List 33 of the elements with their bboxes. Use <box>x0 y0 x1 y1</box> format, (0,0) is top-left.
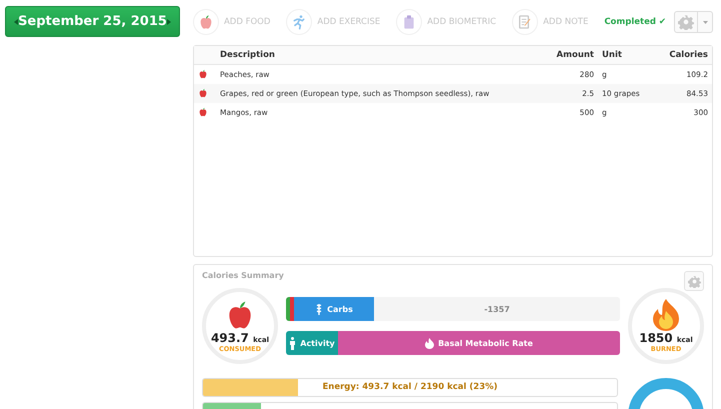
flame-icon <box>653 299 679 331</box>
person-icon <box>289 336 296 350</box>
target-label: Energy: 493.7 kcal / 2190 kcal (23%) <box>321 381 499 394</box>
column-header: Calories <box>654 46 712 64</box>
panel-title: Calories Summary <box>202 271 285 280</box>
date-label: September 25, 2015 <box>18 14 167 29</box>
add-action-button[interactable]: ADD EXERCISE <box>286 9 380 35</box>
apple-icon <box>198 68 208 78</box>
settings-dropdown[interactable] <box>674 11 713 33</box>
apple-icon <box>198 106 208 116</box>
previous-day-button[interactable] <box>14 18 18 24</box>
flame-icon <box>425 338 434 348</box>
add-action-button[interactable]: ADD FOOD <box>193 9 270 35</box>
segment-label: Basal Metabolic Rate <box>438 338 533 348</box>
remaining-value: -1357 <box>483 304 511 316</box>
settings-icon <box>678 14 694 30</box>
segment-label: Carbs <box>327 304 353 314</box>
note-icon <box>517 14 534 30</box>
segment-label: Activity <box>300 338 335 348</box>
wheat-icon <box>315 303 324 315</box>
apple-icon <box>198 14 214 30</box>
settings-icon <box>688 274 700 288</box>
next-day-button[interactable] <box>166 18 171 24</box>
add-action-button[interactable]: ADD BIOMETRIC <box>396 9 496 35</box>
caret-icon <box>702 20 708 24</box>
column-header: Unit <box>598 46 654 64</box>
completed-status: Completed ✔ <box>604 17 666 27</box>
apple-icon <box>198 88 208 98</box>
settings-button[interactable] <box>684 271 704 291</box>
column-header: Amount <box>544 46 598 64</box>
column-header: Description <box>216 46 544 64</box>
runner-icon <box>291 14 308 30</box>
add-action-button[interactable]: ADD NOTE <box>512 9 588 35</box>
